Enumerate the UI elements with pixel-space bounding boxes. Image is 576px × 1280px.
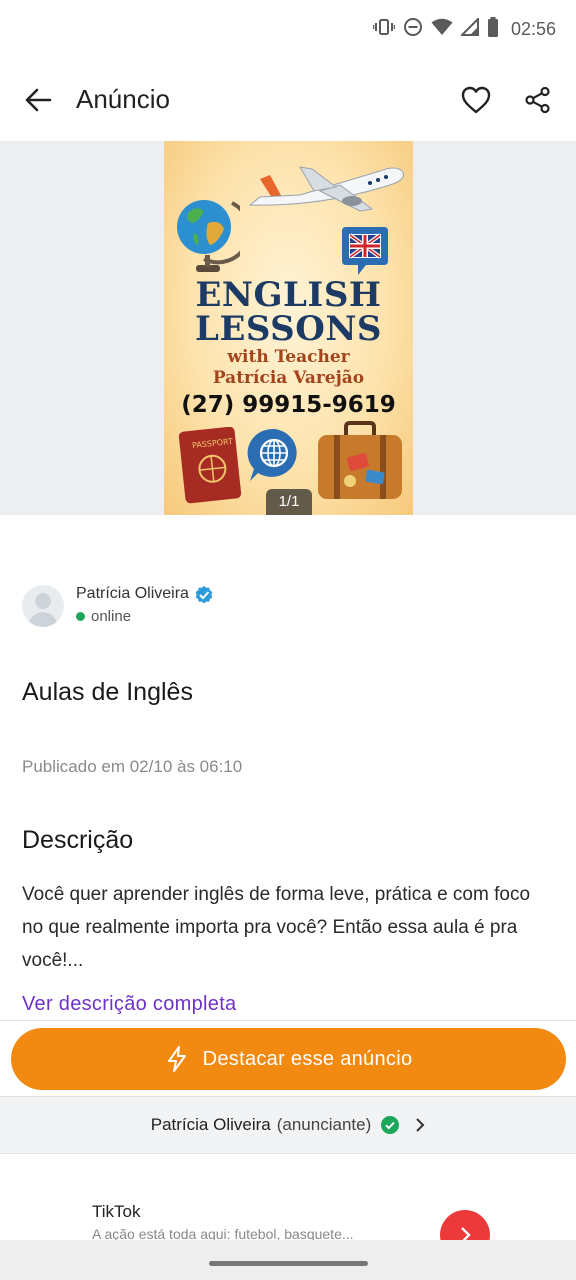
online-status: online [91, 608, 132, 625]
back-arrow-icon [25, 88, 52, 112]
highlight-ad-label: Destacar esse anúncio [202, 1047, 413, 1070]
advertiser-name: Patrícia Oliveira [150, 1115, 271, 1134]
listing-title: Aulas de Inglês [22, 678, 193, 706]
heart-icon [461, 86, 491, 114]
bottom-action-area: Destacar esse anúncio [0, 1020, 576, 1096]
vibrate-icon [372, 18, 396, 41]
avatar[interactable] [22, 585, 64, 627]
status-bar: 02:56 [0, 0, 576, 58]
passport-icon: PASSPORT [178, 427, 244, 505]
sponsored-ad[interactable]: TikTok A ação está toda aqui: futebol, b… [0, 1154, 576, 1240]
chevron-right-icon [461, 1227, 471, 1240]
poster-subtitle-line1: with Teacher [227, 347, 350, 367]
description-heading: Descrição [22, 826, 134, 854]
globe-bubble-icon [247, 428, 297, 481]
battery-icon [487, 16, 499, 42]
sponsored-ad-button[interactable] [440, 1210, 490, 1240]
online-status-dot [76, 612, 85, 621]
published-date: Publicado em 02/10 às 06:10 [22, 757, 243, 776]
seller-name[interactable]: Patrícia Oliveira [76, 585, 189, 603]
suitcase-icon [318, 421, 402, 499]
sponsored-ad-text: A ação está toda aqui: futebol, basquete… [92, 1226, 354, 1240]
listing-image[interactable]: ENGLISH LESSONS with Teacher Patrícia Va… [164, 141, 413, 515]
page-title: Anúncio [76, 84, 170, 114]
seller-info[interactable]: Patrícia Oliveira online [22, 583, 422, 629]
user-placeholder-icon [28, 593, 58, 627]
app-bar: Anúncio [0, 58, 576, 140]
verified-badge-icon [194, 585, 214, 610]
share-icon [525, 86, 550, 114]
see-full-description-link[interactable]: Ver descrição completa [22, 993, 236, 1016]
status-icons: 02:56 [372, 16, 556, 42]
highlight-ad-button[interactable]: Destacar esse anúncio [11, 1028, 566, 1090]
advertiser-role: (anunciante) [276, 1115, 372, 1134]
check-circle-icon [381, 1116, 400, 1134]
airplane-icon [248, 166, 404, 212]
poster-title-line2: LESSONS [195, 309, 382, 349]
navigation-bar [0, 1240, 576, 1280]
status-time: 02:56 [510, 18, 556, 39]
image-counter: 1/1 [266, 489, 312, 515]
gesture-handle[interactable] [209, 1261, 368, 1266]
image-gallery[interactable]: ENGLISH LESSONS with Teacher Patrícia Va… [0, 141, 576, 515]
signal-icon [459, 16, 479, 41]
globe-icon [177, 200, 240, 272]
wifi-icon [431, 18, 453, 41]
sponsored-ad-name: TikTok [92, 1202, 141, 1221]
poster-phone: (27) 99915-9619 [181, 392, 396, 418]
description-text: Você quer aprender inglês de forma leve,… [22, 884, 531, 971]
dnd-icon [403, 17, 423, 42]
favorite-button[interactable] [456, 80, 496, 120]
share-button[interactable] [518, 80, 558, 120]
advertiser-bar[interactable]: Patrícia Oliveira (anunciante) [0, 1096, 576, 1154]
lightning-icon [167, 1046, 186, 1072]
chevron-right-icon [415, 1117, 425, 1133]
poster-subtitle-line2: Patrícia Varejão [212, 368, 365, 388]
back-button[interactable] [18, 80, 58, 120]
uk-flag-bubble-icon [342, 227, 388, 275]
